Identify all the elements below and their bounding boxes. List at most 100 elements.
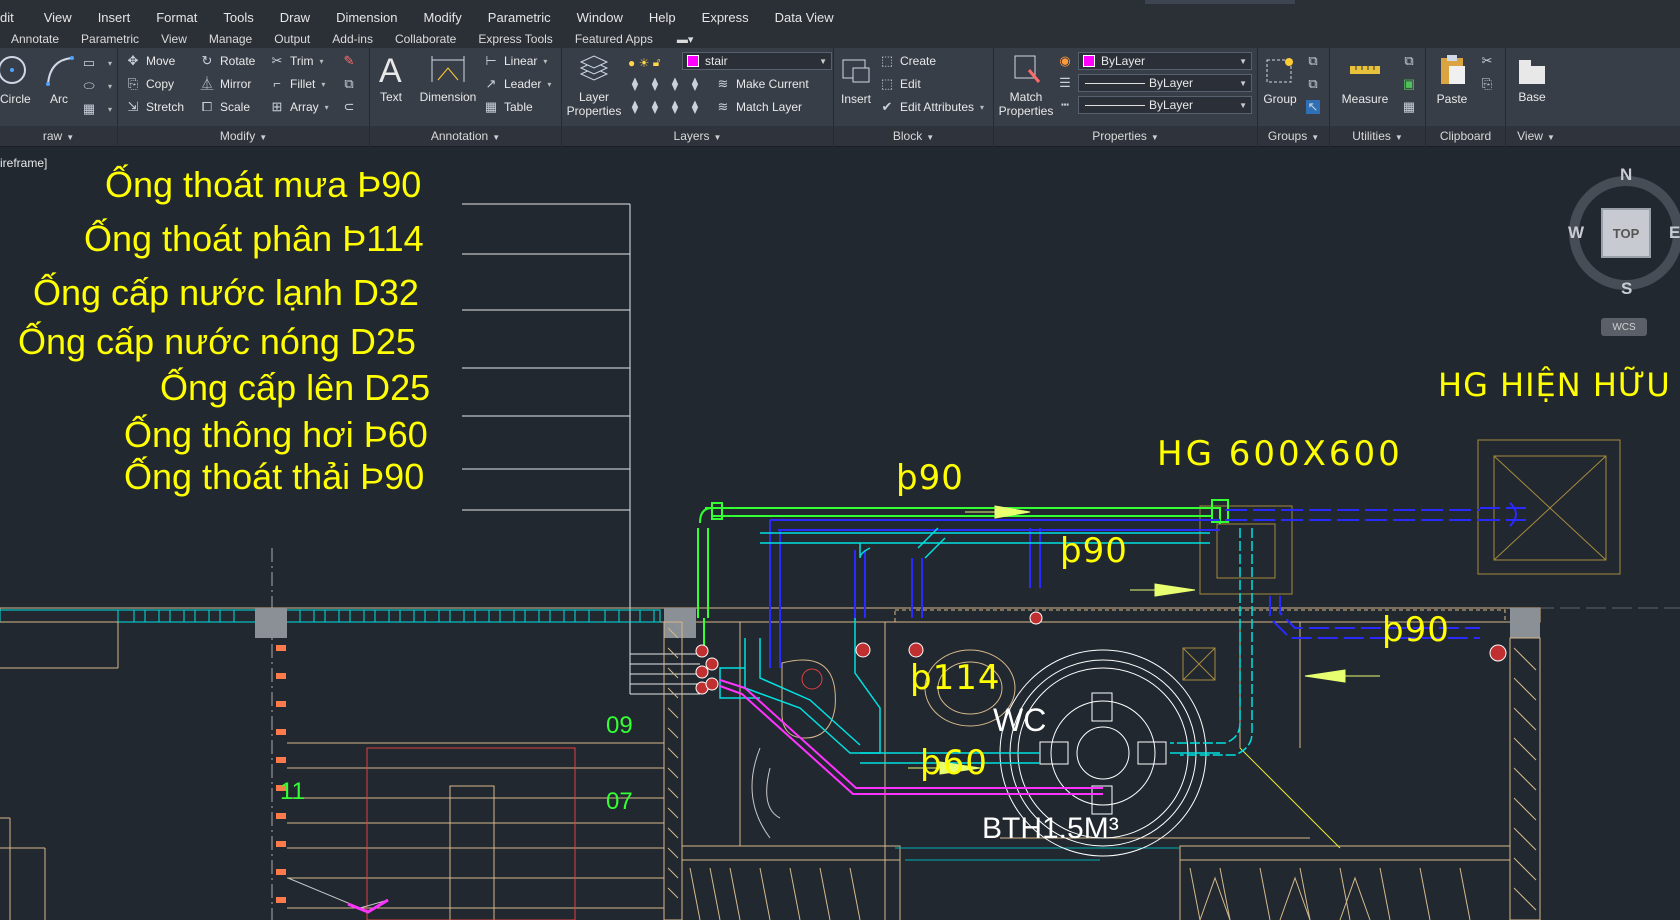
layer-tools-row-2[interactable]: ⧫ ⧫ ⧫ ⧫: [628, 100, 708, 114]
stretch-button[interactable]: ⇲ Stretch: [126, 100, 184, 115]
move-button[interactable]: ✥ Move: [126, 54, 176, 69]
layer-dropdown[interactable]: stair ▼: [682, 52, 832, 70]
mirror-button[interactable]: ⏅ Mirror: [200, 77, 251, 92]
menu-edit[interactable]: dit: [0, 10, 14, 25]
explode-button[interactable]: ⧉: [342, 77, 362, 91]
menu-help[interactable]: Help: [649, 10, 676, 25]
lineweight-dropdown[interactable]: ByLayer ▼: [1078, 96, 1252, 114]
compass-west[interactable]: W: [1568, 223, 1584, 243]
menu-view[interactable]: View: [44, 10, 72, 25]
ungroup-button[interactable]: ⧉: [1306, 54, 1326, 68]
compass-north[interactable]: N: [1620, 165, 1632, 185]
compass-south[interactable]: S: [1621, 279, 1632, 299]
menu-window[interactable]: Window: [577, 10, 623, 25]
select-all-button[interactable]: ▣: [1402, 77, 1422, 91]
menu-dimension[interactable]: Dimension: [336, 10, 397, 25]
scale-button[interactable]: ⧠ Scale: [200, 100, 250, 115]
offset-button[interactable]: ⊂: [342, 100, 362, 114]
edit-block-button[interactable]: ⬚ Edit: [880, 77, 921, 92]
viewcube-top-face[interactable]: TOP: [1601, 208, 1651, 258]
panel-title-utilities[interactable]: Utilities ▼: [1330, 129, 1425, 143]
menu-express[interactable]: Express: [702, 10, 749, 25]
drawing-canvas[interactable]: Ống thoát mưa Þ90 Ống thoát phân Þ114 Ốn…: [0, 148, 1680, 920]
panel-title-block[interactable]: Block ▼: [834, 129, 993, 143]
viewport-controls[interactable]: ireframe]: [0, 156, 47, 170]
text-button[interactable]: A Text: [376, 52, 406, 104]
tab-express-tools[interactable]: Express Tools: [478, 32, 552, 46]
viewcube[interactable]: N W E S TOP WCS: [1565, 165, 1680, 345]
fillet-button[interactable]: ⌐ Fillet ▾: [270, 77, 325, 92]
dimension-button[interactable]: Dimension: [418, 52, 478, 104]
panel-title-groups[interactable]: Groups ▼: [1258, 129, 1329, 143]
copy-icon: ⎘: [127, 76, 139, 91]
tab-featured-apps[interactable]: Featured Apps: [575, 32, 653, 46]
quick-select-button[interactable]: ⧉: [1402, 54, 1422, 68]
match-layer-label: Match Layer: [736, 100, 803, 114]
layer-tools-row-1[interactable]: ⧫ ⧫ ⧫ ⧫: [628, 77, 708, 91]
copy-button[interactable]: ⎘ Copy: [126, 76, 174, 92]
menu-draw[interactable]: Draw: [280, 10, 310, 25]
cut-button[interactable]: ✂: [1480, 54, 1500, 68]
lock-icon: 🔓︎: [652, 55, 661, 69]
group-edit-button[interactable]: ⧉: [1306, 77, 1326, 91]
chevron-down-icon: ▼: [1239, 57, 1247, 66]
tab-output[interactable]: Output: [274, 32, 310, 46]
color-dropdown[interactable]: ByLayer ▼: [1078, 52, 1252, 70]
rectangle-button[interactable]: ▭ ▾: [82, 56, 112, 70]
edit-attributes-button[interactable]: ✔ Edit Attributes ▾: [880, 100, 985, 115]
menu-modify[interactable]: Modify: [424, 10, 462, 25]
search-box[interactable]: [1145, 0, 1295, 4]
hatch-button[interactable]: ⬭ ▾: [82, 79, 112, 93]
trim-button[interactable]: ✂ Trim ▾: [270, 54, 324, 69]
layer-state-icons[interactable]: ● ☀ 🔓︎: [628, 55, 660, 70]
linear-button[interactable]: ⊢ Linear ▾: [484, 54, 547, 69]
panel-title-layers[interactable]: Layers ▼: [562, 129, 833, 143]
menu-tools[interactable]: Tools: [223, 10, 253, 25]
tab-parametric[interactable]: Parametric: [81, 32, 139, 46]
panel-title-modify[interactable]: Modify ▼: [118, 129, 369, 143]
base-button[interactable]: Base: [1510, 56, 1554, 104]
insert-button[interactable]: Insert: [838, 54, 874, 106]
panel-title-properties[interactable]: Properties ▼: [994, 129, 1257, 143]
leader-button[interactable]: ↗ Leader ▾: [484, 77, 552, 92]
match-properties-button[interactable]: Match Properties: [998, 52, 1054, 118]
measure-button[interactable]: Measure: [1338, 54, 1392, 106]
wcs-menu[interactable]: WCS: [1601, 318, 1647, 336]
insert-label: Insert: [840, 92, 871, 106]
linetype-dropdown[interactable]: ByLayer ▼: [1078, 74, 1252, 92]
edit-label: Edit: [900, 77, 921, 91]
circle-button[interactable]: Circle: [0, 54, 31, 106]
arc-button[interactable]: Arc: [44, 54, 74, 106]
menu-format[interactable]: Format: [156, 10, 197, 25]
erase-button[interactable]: ✎: [342, 54, 362, 68]
group-button[interactable]: Group: [1258, 54, 1302, 106]
tab-collaborate[interactable]: Collaborate: [395, 32, 456, 46]
match-layer-button[interactable]: ≋ Match Layer: [716, 100, 803, 115]
cad-drawing[interactable]: [0, 148, 1680, 920]
rotate-button[interactable]: ↻ Rotate: [200, 54, 256, 69]
table-button[interactable]: ▦ Table: [484, 100, 533, 115]
edit-attributes-label: Edit Attributes: [900, 100, 975, 114]
compass-east[interactable]: E: [1669, 223, 1680, 243]
menu-parametric[interactable]: Parametric: [488, 10, 551, 25]
tab-view[interactable]: View: [161, 32, 187, 46]
make-current-button[interactable]: ≋ Make Current: [716, 77, 809, 92]
panel-title-annotation[interactable]: Annotation ▼: [370, 129, 561, 143]
group-select-button[interactable]: ↖: [1306, 100, 1326, 114]
create-block-button[interactable]: ⬚ Create: [880, 54, 936, 69]
menu-insert[interactable]: Insert: [98, 10, 131, 25]
menu-data-view[interactable]: Data View: [775, 10, 834, 25]
tab-add-ins[interactable]: Add-ins: [332, 32, 373, 46]
calculator-button[interactable]: ▦: [1402, 100, 1422, 114]
paste-button[interactable]: Paste: [1430, 52, 1474, 106]
layer-properties-button[interactable]: Layer Properties: [566, 52, 622, 118]
tab-annotate[interactable]: Annotate: [11, 32, 59, 46]
legend-hot-water: Ống cấp nước nóng D25: [18, 321, 416, 362]
panel-title-draw[interactable]: raw ▼: [0, 129, 117, 143]
array-button[interactable]: ⊞ Array ▾: [270, 100, 329, 115]
tab-manage[interactable]: Manage: [209, 32, 252, 46]
panel-title-view[interactable]: View ▼: [1506, 129, 1566, 143]
copy-clip-button[interactable]: ⎘: [1480, 77, 1500, 91]
hatch-fill-button[interactable]: ▦ ▾: [82, 102, 112, 116]
tab-overflow-icon[interactable]: ▬▾: [677, 33, 694, 46]
